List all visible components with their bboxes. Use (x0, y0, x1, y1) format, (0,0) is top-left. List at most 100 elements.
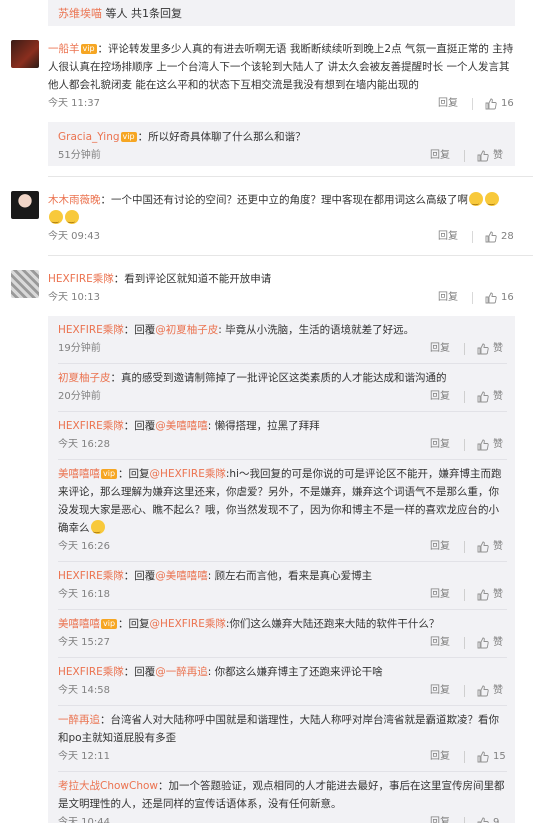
reply-time: 19分钟前 (58, 343, 101, 354)
thumbs-up-icon[interactable] (477, 391, 489, 403)
reply-username[interactable]: HEXFIRE乘隊 (58, 570, 124, 582)
divider (464, 439, 465, 451)
summary-more-link[interactable]: 共1条回复 (131, 7, 182, 20)
comment-username[interactable]: HEXFIRE乘隊 (48, 273, 114, 285)
reply-username[interactable]: HEXFIRE乘隊 (58, 666, 124, 678)
thumbs-up-icon[interactable] (477, 817, 489, 823)
reply-meta: 今天 16:28 回复 赞 (58, 435, 507, 455)
mention-link[interactable]: @美嘻嘻嘻 (155, 570, 208, 582)
reply-time: 今天 16:18 (58, 589, 110, 600)
divider (464, 589, 465, 601)
summary-suffix: 等人 (102, 7, 131, 20)
reply-username[interactable]: 美嘻嘻嘻 (58, 618, 100, 630)
comment-time: 今天 10:13 (48, 292, 100, 303)
reply-username[interactable]: HEXFIRE乘隊 (58, 420, 124, 432)
mention-link[interactable]: @HEXFIRE乘隊 (150, 618, 226, 630)
like-label[interactable]: 赞 (493, 146, 507, 166)
reply-button[interactable]: 回复 (430, 747, 450, 767)
reply-meta: 今天 14:58 回复 赞 (58, 681, 507, 701)
divider (464, 637, 465, 649)
grin-emoji-icon (485, 192, 499, 210)
reply-meta: 今天 12:11 回复 15 (58, 747, 507, 767)
reply-text: 考拉大战ChowChow：加一个答题验证，观点相同的人才能进去最好，事后在这里宣… (58, 777, 507, 813)
reply-item: HEXFIRE乘隊：回覆@一醉再追: 你都这么嫌弃博主了还跑来评论干啥 今天 1… (48, 658, 515, 701)
like-label[interactable]: 赞 (493, 339, 507, 359)
mention-link[interactable]: @一醉再追 (155, 666, 208, 678)
reply-summary[interactable]: 苏维埃喵 等人 共1条回复 (48, 0, 515, 26)
reply-button[interactable]: 回复 (430, 813, 450, 823)
comment-time: 今天 09:43 (48, 231, 100, 242)
reply-time: 20分钟前 (58, 391, 101, 402)
like-count[interactable]: 16 (501, 288, 515, 308)
divider (464, 685, 465, 697)
reply-username[interactable]: 美嘻嘻嘻 (58, 468, 100, 480)
reply-body: : 顾左右而言他，看来是真心爱博主 (207, 570, 373, 582)
reply-username[interactable]: 一醉再追 (58, 714, 100, 726)
reply-username[interactable]: 考拉大战ChowChow (58, 780, 158, 792)
vip-badge-icon: vip (120, 132, 137, 142)
reply-body: : 懒得搭理，拉黑了拜拜 (207, 420, 320, 432)
thumbs-up-icon[interactable] (485, 292, 497, 304)
reply-text: Gracia_Ying vip ：所以好奇具体聊了什么那么和谐？ (58, 128, 507, 146)
reply-item: HEXFIRE乘隊：回覆@美嘻嘻嘻: 顾左右而言他，看来是真心爱博主 今天 16… (48, 562, 515, 605)
reply-button[interactable]: 回复 (438, 94, 458, 114)
divider (464, 541, 465, 553)
thumbs-up-icon[interactable] (477, 343, 489, 355)
comment-username[interactable]: 木木雨薇晚 (48, 194, 101, 206)
like-count[interactable]: 9 (493, 813, 507, 823)
like-label[interactable]: 赞 (493, 435, 507, 455)
summary-users[interactable]: 苏维埃喵 (58, 7, 102, 20)
comment-time: 今天 11:37 (48, 98, 100, 109)
thumbs-up-icon[interactable] (477, 637, 489, 649)
thumbs-up-icon[interactable] (477, 541, 489, 553)
avatar[interactable] (11, 40, 39, 68)
thumbs-up-icon[interactable] (477, 751, 489, 763)
reply-meta: 今天 16:26 回复 赞 (58, 537, 507, 557)
reply-username[interactable]: 初夏柚子皮 (58, 372, 111, 384)
like-label[interactable]: 赞 (493, 537, 507, 557)
thumbs-up-icon[interactable] (485, 231, 497, 243)
like-label[interactable]: 赞 (493, 681, 507, 701)
avatar[interactable] (11, 270, 39, 298)
like-count[interactable]: 16 (501, 94, 515, 114)
reply-time: 今天 16:28 (58, 439, 110, 450)
like-count[interactable]: 28 (501, 227, 515, 247)
reply-time: 今天 15:27 (58, 637, 110, 648)
reply-username[interactable]: HEXFIRE乘隊 (58, 324, 124, 336)
reply-button[interactable]: 回复 (430, 633, 450, 653)
thumbs-up-icon[interactable] (477, 150, 489, 162)
reply-button[interactable]: 回复 (430, 435, 450, 455)
reply-item: 初夏柚子皮：真的感受到邀请制筛掉了一批评论区这类素质的人才能达成和谐沟通的 20… (48, 364, 515, 407)
like-count[interactable]: 15 (493, 747, 507, 767)
reply-button[interactable]: 回复 (438, 288, 458, 308)
reply-button[interactable]: 回复 (430, 387, 450, 407)
mention-link[interactable]: @美嘻嘻嘻 (155, 420, 208, 432)
divider (464, 391, 465, 403)
thumbs-up-icon[interactable] (477, 439, 489, 451)
like-label[interactable]: 赞 (493, 387, 507, 407)
thumbs-up-icon[interactable] (477, 589, 489, 601)
reply-button[interactable]: 回复 (430, 339, 450, 359)
reply-button[interactable]: 回复 (430, 681, 450, 701)
comment-body: ：一个中国还有讨论的空间？还更中立的角度？理中客现在都用词这么高级了啊 (100, 194, 469, 206)
reply-button[interactable]: 回复 (430, 537, 450, 557)
thumbs-up-icon[interactable] (485, 98, 497, 110)
comment-username[interactable]: 一船羊 (48, 43, 80, 55)
reply-item: HEXFIRE乘隊：回覆@初夏柚子皮: 毕竟从小洗脑，生活的语境就差了好远。 1… (48, 316, 515, 359)
grin-emoji-icon (90, 520, 105, 538)
avatar[interactable] (11, 191, 39, 219)
reply-prefix: ：回覆 (123, 570, 156, 582)
reply-button[interactable]: 回复 (430, 585, 450, 605)
reply-button[interactable]: 回复 (430, 146, 450, 166)
reply-text: HEXFIRE乘隊：回覆@美嘻嘻嘻: 顾左右而言他，看来是真心爱博主 (58, 567, 507, 585)
reply-time: 今天 16:26 (58, 541, 110, 552)
reply-username[interactable]: Gracia_Ying (58, 131, 120, 143)
mention-link[interactable]: @HEXFIRE乘隊 (150, 468, 226, 480)
thumbs-up-icon[interactable] (477, 685, 489, 697)
reply-item: 美嘻嘻嘻 vip ：回复@HEXFIRE乘隊:你们这么嫌弃大陆还跑来大陆的软件干什么… (48, 610, 515, 653)
reply-body: :你们这么嫌弃大陆还跑来大陆的软件干什么？ (225, 618, 440, 630)
like-label[interactable]: 赞 (493, 585, 507, 605)
mention-link[interactable]: @初夏柚子皮 (155, 324, 218, 336)
reply-button[interactable]: 回复 (438, 227, 458, 247)
like-label[interactable]: 赞 (493, 633, 507, 653)
